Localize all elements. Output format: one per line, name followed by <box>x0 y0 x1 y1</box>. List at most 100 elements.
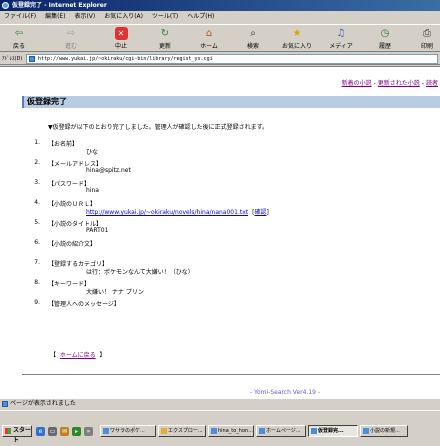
registration-list: 1. 【お名前】 ひな 2. 【メールアドレス】 hina@spitz.net … <box>30 139 430 319</box>
favorites-label: お気に入り <box>281 43 312 50</box>
menu-edit[interactable]: 編集(E) <box>45 11 65 23</box>
menu-bar: ファイル(F) 編集(E) 表示(V) お気に入り(A) ツール(T) ヘルプ(… <box>0 11 440 23</box>
ie-logo-icon <box>2 2 9 9</box>
search-icon: ⌕ <box>250 28 256 39</box>
list-item: 5. 【小説のタイトル】 PART01 <box>30 219 430 239</box>
item-number: 9. <box>34 299 40 306</box>
start-button[interactable]: スタート <box>2 425 32 444</box>
menu-favorites[interactable]: お気に入り(A) <box>104 11 143 23</box>
address-input[interactable]: http://www.yukai.jp/~okiraku/cgi-bin/lib… <box>26 54 438 64</box>
history-button[interactable]: ◷ 履歴 <box>370 26 400 52</box>
link-new-novels[interactable]: 新着の小説 <box>342 80 372 87</box>
ie-window: 仮登録完了 - Internet Explorer ファイル(F) 編集(E) … <box>0 0 440 444</box>
page-heading: 仮登録完了 <box>22 96 440 108</box>
print-button[interactable]: ⎙ 印刷 <box>412 26 440 52</box>
windows-flag-icon <box>5 428 11 434</box>
task-window-icon <box>211 428 217 434</box>
item-number: 3. <box>34 179 40 186</box>
item-value: http://www.yukai.jp/~okiraku/novels/hina… <box>86 209 269 216</box>
back-button[interactable]: ⇦ 戻る <box>4 26 34 52</box>
confirm-link[interactable]: 確認 <box>254 209 266 216</box>
history-label: 履歴 <box>378 43 391 50</box>
novel-url-link[interactable]: http://www.yukai.jp/~okiraku/novels/hina… <box>86 209 248 216</box>
quicklaunch-mail-icon[interactable]: ✉ <box>60 427 69 436</box>
task-label: 小説の新規... <box>370 428 400 434</box>
item-label: 【パスワード】 <box>48 181 91 188</box>
task-window-icon <box>103 428 109 434</box>
item-value: 大嫌い！ ナナ プリン <box>86 289 144 296</box>
stop-label: 中止 <box>114 43 127 50</box>
stop-button[interactable]: ✕ 中止 <box>106 26 136 52</box>
item-value: hina <box>86 187 99 194</box>
task-label: ワサラのポケ... <box>110 428 145 434</box>
list-item: 1. 【お名前】 ひな <box>30 139 430 159</box>
back-home-link[interactable]: ホームに戻る <box>60 352 96 359</box>
print-label: 印刷 <box>420 43 433 50</box>
status-page-icon <box>2 401 8 407</box>
taskbar: スタート e ▭ ✉ ▸ » ワサラのポケ... エクスプロー... hina_… <box>0 410 440 444</box>
item-value: PART01 <box>86 227 109 234</box>
task-window-icon <box>259 428 265 434</box>
quicklaunch-more-icon[interactable]: » <box>84 427 93 436</box>
back-arrow-icon: ⇦ <box>14 28 24 39</box>
quicklaunch-media-icon[interactable]: ▸ <box>72 427 81 436</box>
home-button[interactable]: ⌂ ホーム <box>194 26 224 52</box>
status-bar: ページが表示されました <box>0 398 440 408</box>
divider <box>22 374 440 375</box>
address-url: http://www.yukai.jp/~okiraku/cgi-bin/lib… <box>38 56 213 62</box>
bracket-open: 【 <box>50 352 57 359</box>
list-item: 7. 【登録するカテゴリ】 は行：ポケモンなんて大嫌い！（ひな） <box>30 259 430 279</box>
task-button[interactable]: hina_to_hon... <box>208 425 254 437</box>
history-icon: ◷ <box>380 28 390 39</box>
address-label: ｱﾄﾞﾚｽ(D) <box>2 56 23 62</box>
top-nav-links: 新着の小説 - 更新された小説 - 読者 <box>341 80 438 87</box>
link-readers[interactable]: 読者 <box>426 80 438 87</box>
back-label: 戻る <box>12 43 25 50</box>
task-button[interactable]: エクスプロー... <box>158 425 206 437</box>
refresh-label: 更新 <box>158 43 171 50</box>
start-label: スタート <box>13 427 32 444</box>
menu-view[interactable]: 表示(V) <box>74 11 95 23</box>
yomi-search-link[interactable]: - Yomi-Search Ver4.19 - <box>250 389 320 396</box>
task-button[interactable]: ワサラのポケ... <box>100 425 156 437</box>
page-icon <box>29 56 35 62</box>
task-label: ホームページ... <box>266 428 301 434</box>
task-button-active[interactable]: 仮登録完... <box>308 425 358 437</box>
media-label: メディア <box>329 43 353 50</box>
link-updated-novels[interactable]: 更新された小説 <box>378 80 420 87</box>
list-item: 9. 【管理人へのメッセージ】 <box>30 299 430 319</box>
menu-file[interactable]: ファイル(F) <box>4 11 36 23</box>
task-button[interactable]: ホームページ... <box>256 425 306 437</box>
task-label: エクスプロー... <box>168 428 203 434</box>
forward-button[interactable]: ⇨ 進む <box>56 26 86 52</box>
search-label: 検索 <box>246 43 259 50</box>
menu-help[interactable]: ヘルプ(H) <box>187 11 214 23</box>
title-bar: 仮登録完了 - Internet Explorer <box>0 0 440 11</box>
item-value: は行：ポケモンなんて大嫌い！（ひな） <box>86 269 194 276</box>
forward-label: 進む <box>64 43 77 50</box>
intro-text: ▼仮登録が以下のとおり完了しました。管理人が確認した後に正式登録されます。 <box>48 124 269 131</box>
task-button[interactable]: 小説の新規... <box>360 425 408 437</box>
item-label: 【管理人へのメッセージ】 <box>48 301 120 308</box>
item-number: 1. <box>34 139 40 146</box>
item-number: 6. <box>34 239 40 246</box>
window-title: 仮登録完了 - Internet Explorer <box>12 2 107 9</box>
search-button[interactable]: ⌕ 検索 <box>238 26 268 52</box>
list-item: 3. 【パスワード】 hina <box>30 179 430 199</box>
refresh-button[interactable]: ↻ 更新 <box>150 26 180 52</box>
page-content: 新着の小説 - 更新された小説 - 読者 仮登録完了 ▼仮登録が以下のとおり完了しました… <box>0 66 440 398</box>
status-text: ページが表示されました <box>10 400 76 407</box>
quicklaunch-ie-icon[interactable]: e <box>36 427 45 436</box>
home-label: ホーム <box>200 43 218 50</box>
quicklaunch-desktop-icon[interactable]: ▭ <box>48 427 57 436</box>
task-window-icon <box>311 428 317 434</box>
forward-arrow-icon: ⇨ <box>66 28 76 39</box>
media-button[interactable]: ♫ メディア <box>326 26 356 52</box>
list-item: 8. 【キーワード】 大嫌い！ ナナ プリン <box>30 279 430 299</box>
item-number: 7. <box>34 259 40 266</box>
favorites-button[interactable]: ★ お気に入り <box>280 26 314 52</box>
menu-tools[interactable]: ツール(T) <box>152 11 178 23</box>
media-icon: ♫ <box>336 28 346 39</box>
list-item: 4. 【小説のＵＲＬ】 http://www.yukai.jp/~okiraku… <box>30 199 430 219</box>
bracket-close: 】 <box>99 352 106 359</box>
